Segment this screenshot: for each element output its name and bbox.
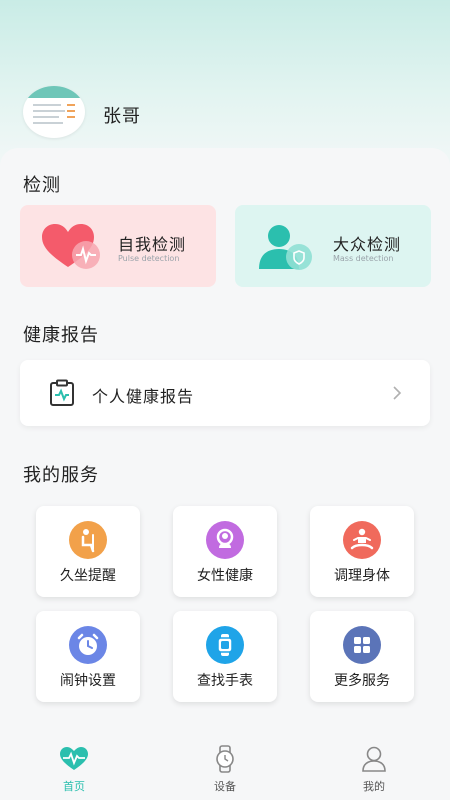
bottom-tab-bar: 首页 设备 我的 (0, 740, 450, 800)
tab-home[interactable]: 首页 (34, 740, 114, 800)
service-label: 闹钟设置 (60, 673, 116, 689)
grid-icon (343, 626, 381, 664)
user-icon (361, 745, 387, 773)
service-find-watch[interactable]: 查找手表 (173, 611, 277, 702)
tab-device[interactable]: 设备 (185, 740, 265, 800)
service-female-health[interactable]: 女性健康 (173, 506, 277, 597)
tab-label: 我的 (363, 780, 385, 793)
mass-detection-label: 大众检测 (333, 235, 402, 254)
alarm-clock-icon (69, 626, 107, 664)
service-label: 查找手表 (197, 673, 253, 689)
service-label: 久坐提醒 (60, 568, 116, 584)
service-label: 调理身体 (334, 568, 390, 584)
tab-label: 设备 (214, 780, 236, 793)
username: 张哥 (103, 106, 141, 127)
meditation-icon (343, 521, 381, 559)
watch-icon (212, 745, 238, 773)
section-title-report: 健康报告 (23, 325, 99, 346)
avatar[interactable] (23, 86, 85, 138)
self-detection-card[interactable]: 自我检测 Pulse detection (20, 205, 216, 287)
service-body-conditioning[interactable]: 调理身体 (310, 506, 414, 597)
service-sedentary-reminder[interactable]: 久坐提醒 (36, 506, 140, 597)
personal-report-row[interactable]: 个人健康报告 (20, 360, 430, 426)
profile-header: 张哥 (0, 0, 450, 160)
watch-icon (206, 626, 244, 664)
person-shield-icon (257, 223, 317, 273)
mass-detection-card[interactable]: 大众检测 Mass detection (235, 205, 431, 287)
service-alarm-settings[interactable]: 闹钟设置 (36, 611, 140, 702)
section-title-detect: 检测 (23, 175, 61, 196)
tab-label: 首页 (63, 780, 85, 793)
service-more-services[interactable]: 更多服务 (310, 611, 414, 702)
heartbeat-icon (59, 746, 89, 772)
self-detection-sublabel: Pulse detection (118, 254, 180, 263)
clipboard-pulse-icon (48, 379, 76, 407)
tab-mine[interactable]: 我的 (334, 740, 414, 800)
sitting-icon (69, 521, 107, 559)
heart-pulse-icon (40, 223, 104, 273)
mass-detection-sublabel: Mass detection (333, 254, 394, 263)
service-label: 女性健康 (197, 568, 253, 584)
female-icon (206, 521, 244, 559)
section-title-services: 我的服务 (23, 465, 99, 486)
chevron-right-icon (392, 385, 402, 401)
personal-report-label: 个人健康报告 (92, 387, 195, 406)
service-label: 更多服务 (334, 673, 390, 689)
self-detection-label: 自我检测 (118, 235, 187, 254)
